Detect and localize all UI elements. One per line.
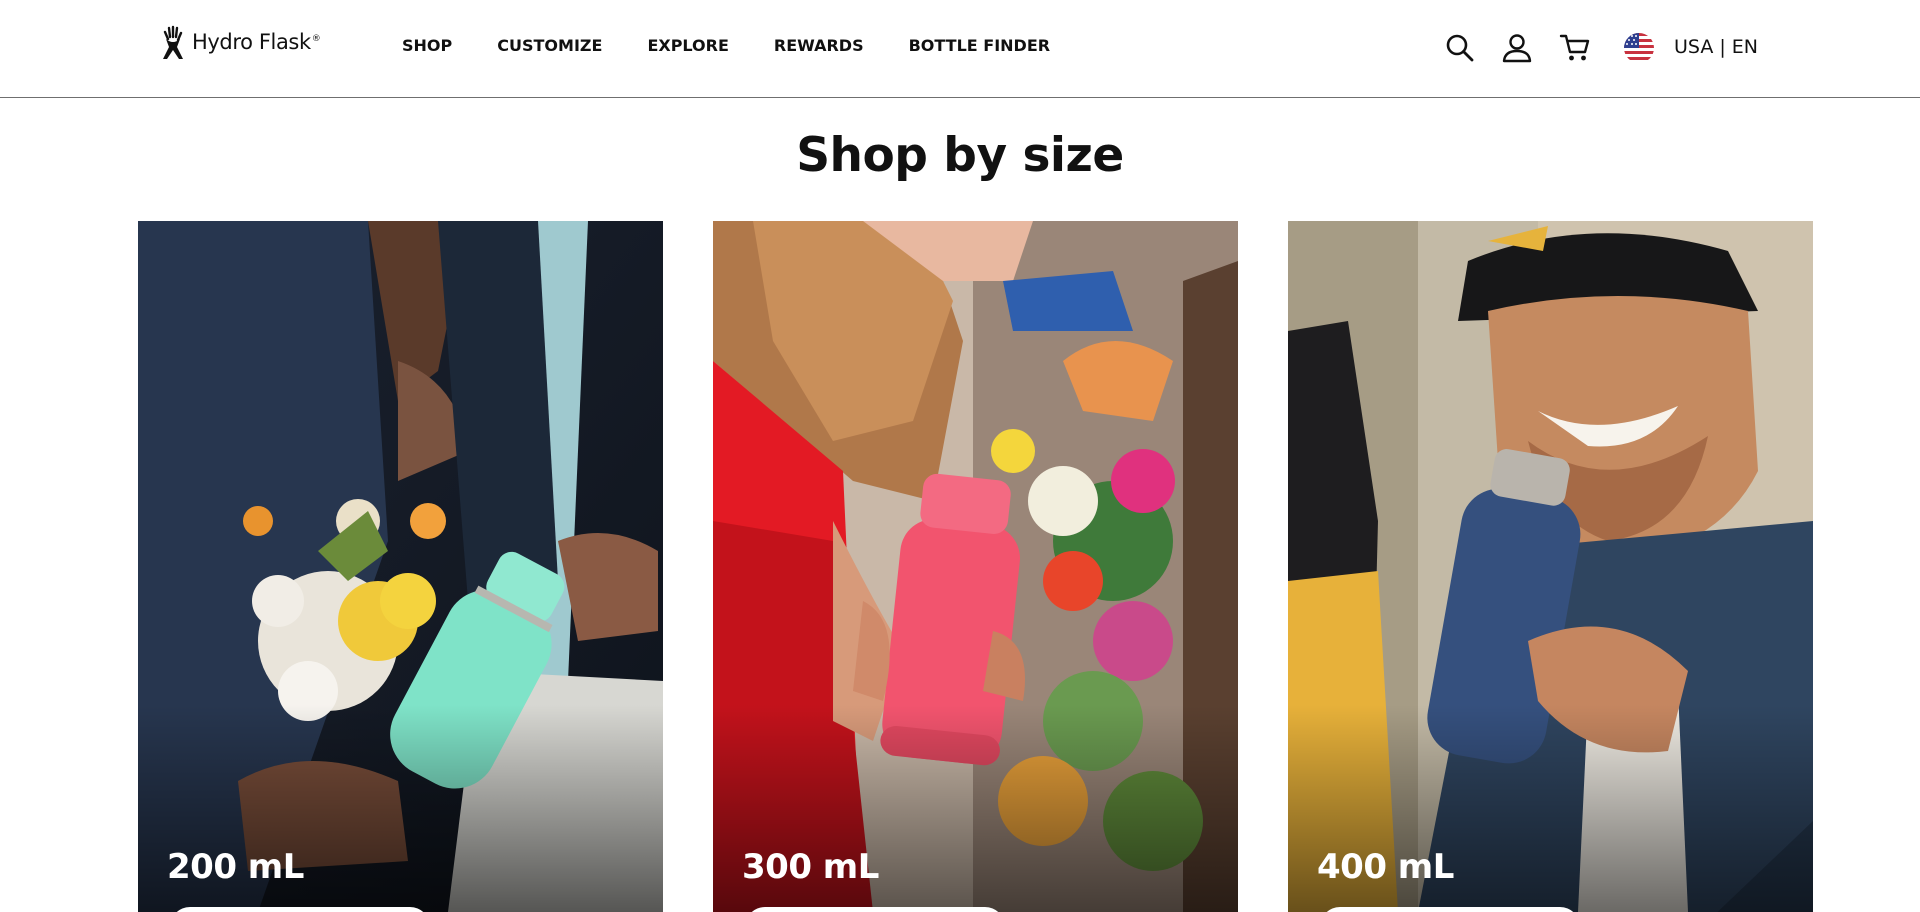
locale-label[interactable]: USA | EN <box>1674 36 1758 58</box>
locale-selector[interactable] <box>1622 30 1656 66</box>
hand-logo-icon <box>163 25 183 59</box>
user-icon <box>1502 34 1532 63</box>
nav-rewards[interactable]: REWARDS <box>774 36 864 55</box>
lifestyle-photo-200ml <box>138 221 663 912</box>
search-icon <box>1446 34 1474 62</box>
size-card-400ml[interactable]: 400 mL <box>1288 221 1813 912</box>
shop-size-button[interactable] <box>170 907 430 912</box>
shop-size-button[interactable] <box>745 907 1005 912</box>
section-title: Shop by size <box>796 128 1124 183</box>
shop-size-button[interactable] <box>1320 907 1580 912</box>
main-menu: SHOP CUSTOMIZE EXPLORE REWARDS BOTTLE FI… <box>402 36 1050 55</box>
cart-icon <box>1559 34 1590 61</box>
top-navigation: Hydro Flask® SHOP CUSTOMIZE EXPLORE REWA… <box>0 0 1920 98</box>
nav-bottle-finder[interactable]: BOTTLE FINDER <box>909 36 1051 55</box>
cart-button[interactable] <box>1557 30 1593 66</box>
brand-name: Hydro Flask® <box>192 30 321 54</box>
us-flag-icon <box>1624 33 1654 63</box>
hydro-flask-logo[interactable]: Hydro Flask® <box>158 22 321 62</box>
lifestyle-photo-400ml <box>1288 221 1813 912</box>
nav-shop[interactable]: SHOP <box>402 36 452 55</box>
lifestyle-photo-300ml <box>713 221 1238 912</box>
size-label: 200 mL <box>167 847 304 887</box>
nav-customize[interactable]: CUSTOMIZE <box>497 36 602 55</box>
size-label: 400 mL <box>1317 847 1454 887</box>
size-card-300ml[interactable]: 300 mL <box>713 221 1238 912</box>
account-button[interactable] <box>1499 30 1535 66</box>
size-label: 300 mL <box>742 847 879 887</box>
size-card-200ml[interactable]: 200 mL <box>138 221 663 912</box>
search-button[interactable] <box>1442 30 1478 66</box>
nav-explore[interactable]: EXPLORE <box>647 36 728 55</box>
